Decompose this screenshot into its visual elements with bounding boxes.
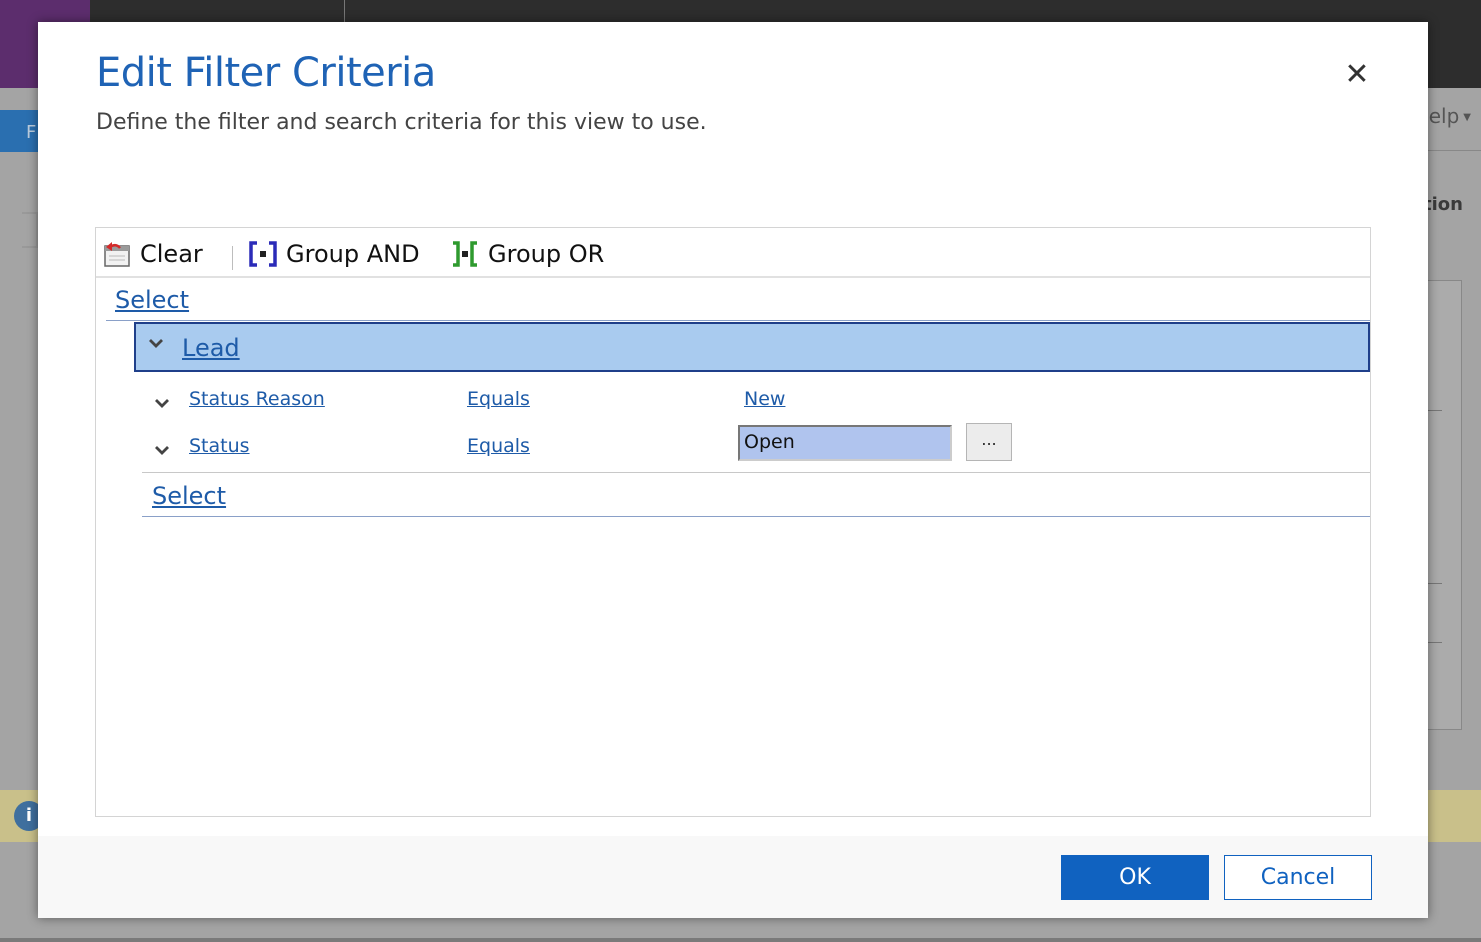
background-icon (22, 212, 38, 248)
group-label[interactable]: Lead (182, 334, 240, 362)
divider (106, 320, 1370, 321)
background-help-menu: elp ▼ (1429, 104, 1471, 128)
edit-filter-dialog: Edit Filter Criteria Define the filter a… (38, 22, 1428, 918)
toolbar-separator (232, 246, 233, 270)
chevron-down-icon: ▼ (1463, 112, 1471, 123)
ok-button[interactable]: OK (1061, 855, 1209, 900)
group-and-icon (249, 241, 277, 267)
background-tick (1428, 410, 1442, 411)
close-button[interactable]: ✕ (1342, 58, 1372, 92)
condition-field-link[interactable]: Status Reason (189, 388, 325, 410)
condition-row: Status Reason Equals New (142, 382, 1370, 422)
close-icon: ✕ (1344, 57, 1370, 92)
filter-editor: Clear Group AND Group OR Select Lead Sta… (95, 227, 1371, 817)
condition-operator-link[interactable]: Equals (467, 435, 530, 457)
divider (142, 516, 1370, 517)
group-and-button[interactable]: Group AND (248, 238, 420, 270)
dialog-title: Edit Filter Criteria (96, 50, 436, 96)
lookup-button[interactable]: ... (966, 423, 1012, 461)
dialog-footer: OK Cancel (38, 836, 1428, 918)
chevron-down-icon[interactable] (148, 336, 164, 350)
group-and-label: Group AND (286, 240, 420, 268)
clear-icon (104, 242, 130, 267)
filter-toolbar: Clear Group AND Group OR (96, 228, 1370, 278)
background-tick (1428, 642, 1442, 643)
condition-row: Status Equals Open ... (142, 423, 1370, 469)
group-or-icon (453, 241, 477, 267)
background-help-label: elp (1428, 104, 1460, 128)
background-tick (1428, 583, 1442, 584)
chevron-down-icon[interactable] (154, 396, 170, 410)
condition-value-link[interactable]: New (744, 388, 785, 410)
condition-field-link[interactable]: Status (189, 435, 250, 457)
background-bottom-bar (0, 938, 1481, 942)
condition-value-input[interactable]: Open (738, 425, 952, 461)
dialog-subtitle: Define the filter and search criteria fo… (96, 110, 707, 135)
background-section-label: tion (1423, 194, 1463, 215)
group-or-label: Group OR (488, 240, 605, 268)
clear-button[interactable]: Clear (102, 238, 203, 270)
background-tab: F (0, 110, 40, 152)
divider (142, 472, 1370, 473)
condition-operator-link[interactable]: Equals (467, 388, 530, 410)
chevron-down-icon[interactable] (154, 443, 170, 457)
select-field-link[interactable]: Select (152, 482, 226, 510)
background-divider (1428, 150, 1481, 151)
cancel-button[interactable]: Cancel (1224, 855, 1372, 900)
group-or-button[interactable]: Group OR (450, 238, 604, 270)
group-header-lead[interactable]: Lead (134, 322, 1370, 372)
select-entity-link[interactable]: Select (115, 286, 189, 314)
background-divider (344, 0, 345, 22)
clear-label: Clear (140, 240, 203, 268)
background-panel (1428, 280, 1462, 730)
